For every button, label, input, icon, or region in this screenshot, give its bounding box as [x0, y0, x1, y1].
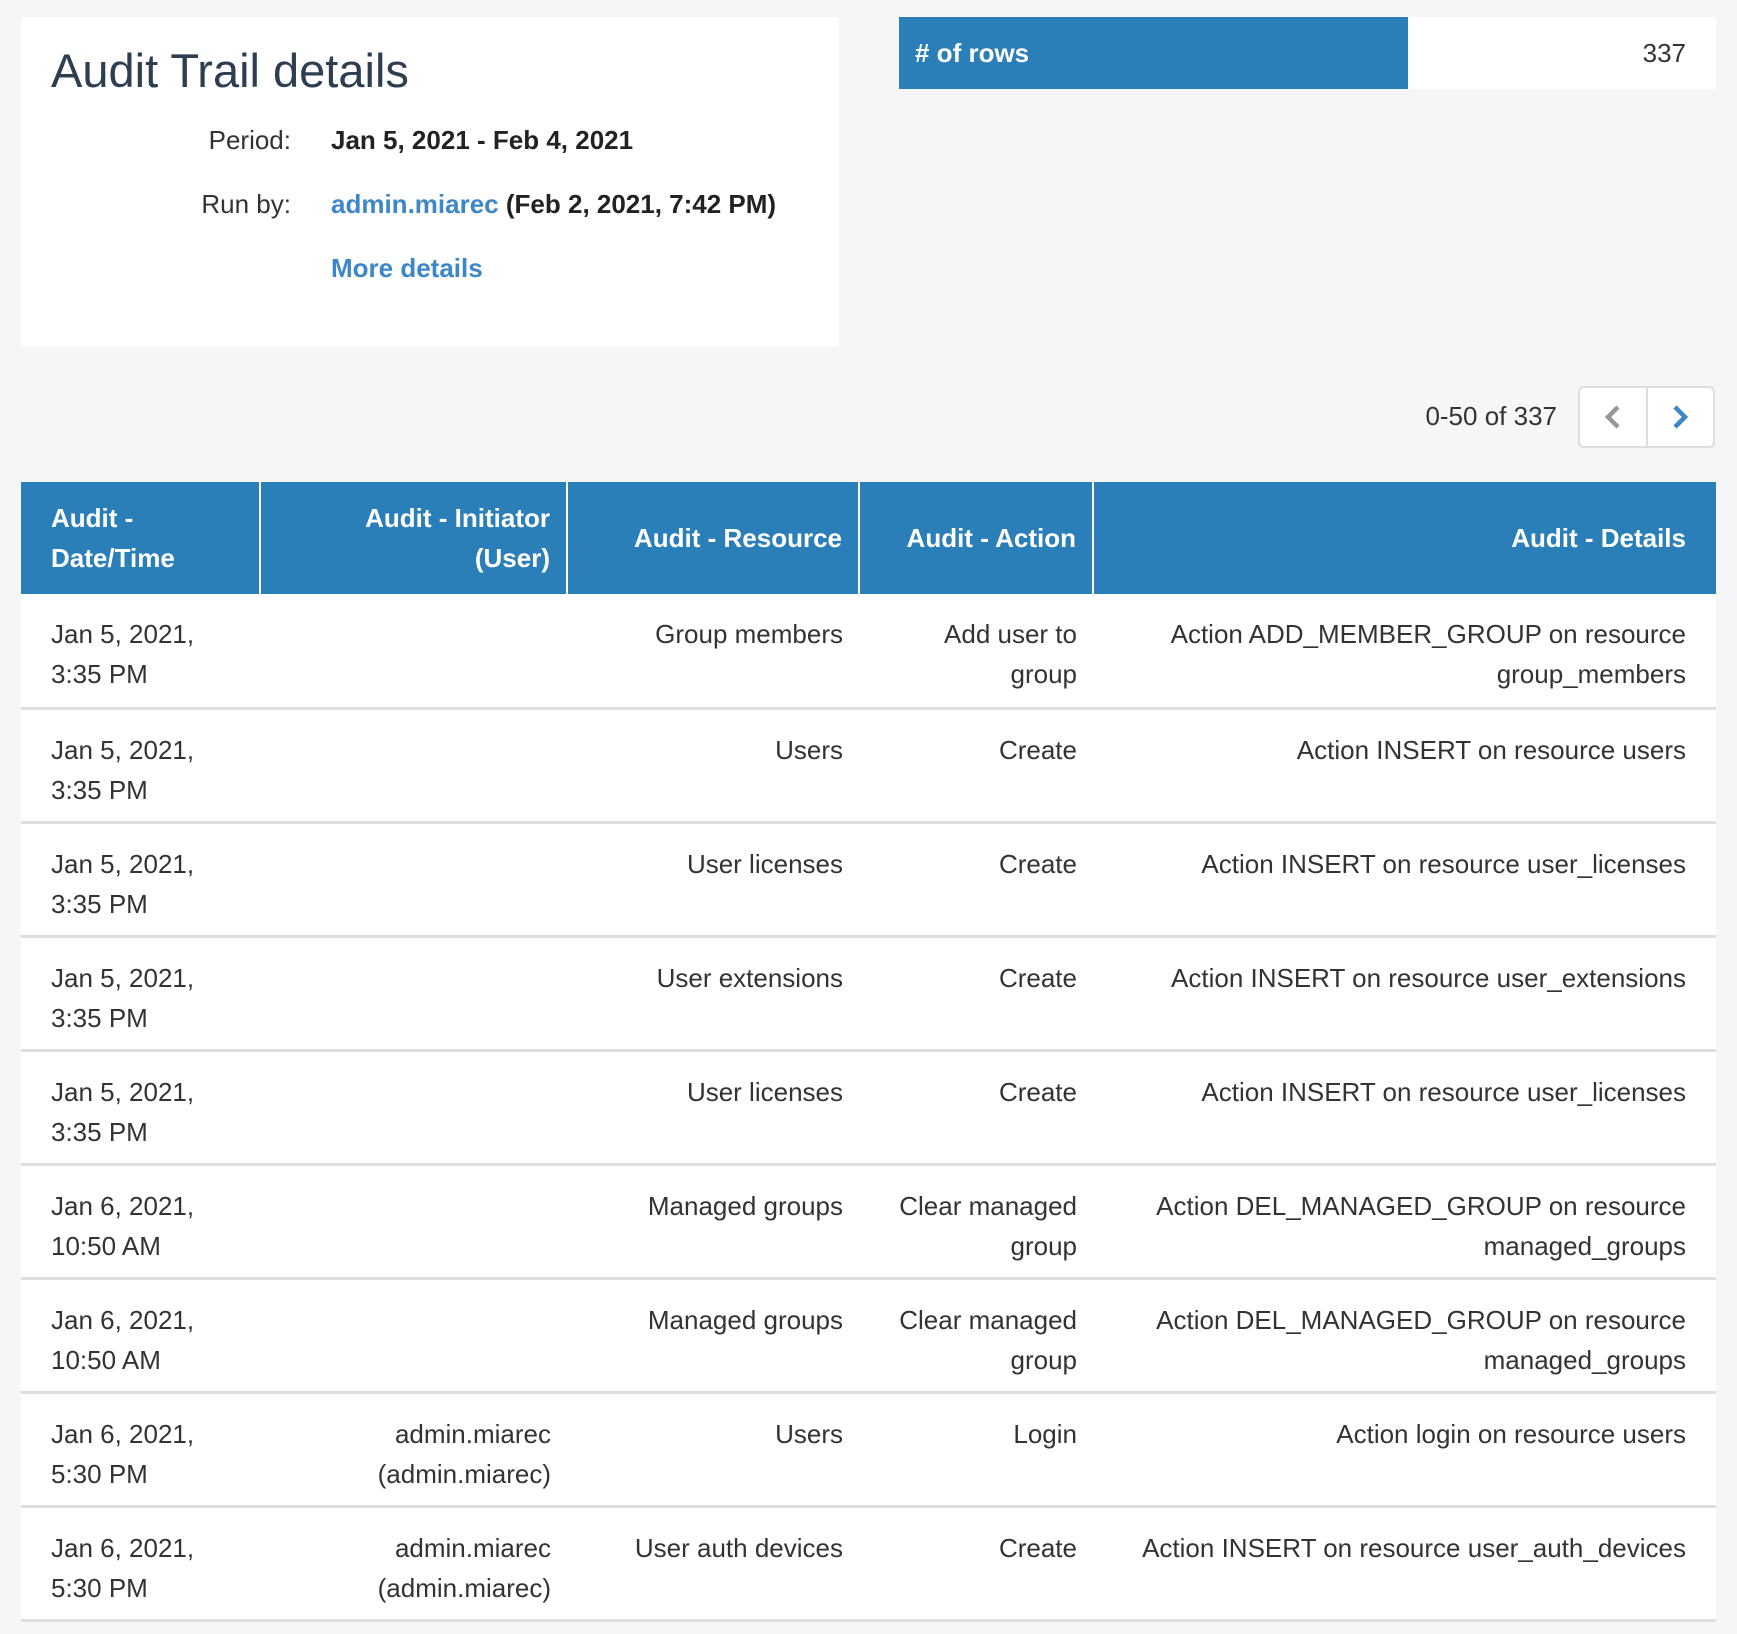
cell-resource: User extensions: [567, 936, 859, 1052]
run-by-label: Run by:: [201, 189, 291, 219]
cell-initiator: [260, 822, 567, 938]
column-header-action[interactable]: Audit - Action: [858, 482, 1093, 594]
column-header-initiator[interactable]: Audit - Initiator (User): [259, 482, 567, 594]
table-row[interactable]: Jan 5, 2021, 3:35 PM User licenses Create A…: [21, 1050, 1716, 1166]
table-row[interactable]: Jan 6, 2021, 5:30 PM admin.miarec (admin.…: [21, 1506, 1716, 1622]
run-by-time: (Feb 2, 2021, 7:42 PM): [505, 189, 777, 219]
prev-page-button[interactable]: [1580, 388, 1646, 446]
cell-datetime: Jan 5, 2021, 3:35 PM: [21, 822, 260, 938]
run-by-user-link[interactable]: admin.miarec: [331, 189, 499, 219]
period-row: Period: Jan 5, 2021 - Feb 4, 2021: [21, 125, 839, 165]
cell-datetime: Jan 5, 2021, 3:35 PM: [21, 594, 260, 710]
cell-resource: User licenses: [567, 822, 859, 938]
cell-action: Clear managed group: [859, 1278, 1093, 1394]
more-details-link[interactable]: More details: [331, 253, 483, 284]
pagination-controls: [1578, 386, 1715, 448]
cell-datetime: Jan 6, 2021, 5:30 PM: [21, 1506, 260, 1622]
cell-resource: Group members: [567, 594, 859, 710]
next-page-button[interactable]: [1645, 388, 1714, 446]
cell-action: Add user to group: [859, 594, 1093, 710]
cell-details: Action INSERT on resource user_auth_devi…: [1093, 1506, 1716, 1622]
cell-initiator: [260, 1278, 567, 1394]
table-row[interactable]: Jan 5, 2021, 3:35 PM User extensions Creat…: [21, 936, 1716, 1052]
cell-initiator: [260, 1050, 567, 1166]
period-value: Jan 5, 2021 - Feb 4, 2021: [331, 125, 634, 155]
cell-resource: Managed groups: [567, 1164, 859, 1280]
page-title: Audit Trail details: [51, 44, 409, 97]
cell-datetime: Jan 6, 2021, 5:30 PM: [21, 1392, 260, 1508]
more-details-row: More details: [21, 253, 839, 293]
table-row[interactable]: Jan 5, 2021, 3:35 PM Users Create Action IN…: [21, 708, 1716, 824]
cell-details: Action INSERT on resource user_extension…: [1093, 936, 1716, 1052]
cell-resource: Users: [567, 1392, 859, 1508]
cell-action: Create: [859, 822, 1093, 938]
cell-action: Create: [859, 936, 1093, 1052]
cell-resource: User auth devices: [567, 1506, 859, 1622]
cell-resource: Managed groups: [567, 1278, 859, 1394]
cell-resource: User licenses: [567, 1050, 859, 1166]
cell-datetime: Jan 5, 2021, 3:35 PM: [21, 708, 260, 824]
cell-action: Create: [859, 1050, 1093, 1166]
row-count-value: 337: [1642, 38, 1686, 68]
chevron-right-icon: [1673, 405, 1689, 429]
pagination-range: 0-50 of 337: [1425, 401, 1557, 431]
cell-initiator: [260, 594, 567, 710]
cell-action: Clear managed group: [859, 1164, 1093, 1280]
row-count-widget: # of rows 337: [899, 17, 1716, 89]
period-label: Period:: [208, 125, 291, 155]
cell-initiator: [260, 1164, 567, 1280]
cell-action: Create: [859, 708, 1093, 824]
cell-initiator: [260, 936, 567, 1052]
cell-action: Login: [859, 1392, 1093, 1508]
cell-details: Action INSERT on resource user_licenses: [1093, 1050, 1716, 1166]
cell-initiator: [260, 708, 567, 824]
table-row[interactable]: Jan 5, 2021, 3:35 PM Group members Add use…: [21, 594, 1716, 710]
table-row[interactable]: Jan 6, 2021, 10:50 AM Managed groups Clear…: [21, 1278, 1716, 1394]
cell-initiator: admin.miarec (admin.miarec): [260, 1392, 567, 1508]
cell-initiator: admin.miarec (admin.miarec): [260, 1506, 567, 1622]
row-count-label: # of rows: [899, 17, 1408, 89]
cell-details: Action INSERT on resource user_licenses: [1093, 822, 1716, 938]
table-row[interactable]: Jan 6, 2021, 5:30 PM admin.miarec (admin.…: [21, 1392, 1716, 1508]
cell-details: Action DEL_MANAGED_GROUP on resource man…: [1093, 1164, 1716, 1280]
cell-datetime: Jan 6, 2021, 10:50 AM: [21, 1278, 260, 1394]
run-by-value: admin.miarec (Feb 2, 2021, 7:42 PM): [331, 189, 776, 220]
cell-datetime: Jan 5, 2021, 3:35 PM: [21, 1050, 260, 1166]
cell-details: Action login on resource users: [1093, 1392, 1716, 1508]
cell-datetime: Jan 5, 2021, 3:35 PM: [21, 936, 260, 1052]
table-header-row: Audit - Date/Time Audit - Initiator (Use…: [21, 482, 1716, 594]
run-by-row: Run by: admin.miarec (Feb 2, 2021, 7:42 …: [21, 189, 839, 229]
chevron-left-icon: [1604, 405, 1620, 429]
table-row[interactable]: Jan 5, 2021, 3:35 PM User licenses Create A…: [21, 822, 1716, 938]
column-header-resource[interactable]: Audit - Resource: [566, 482, 859, 594]
cell-datetime: Jan 6, 2021, 10:50 AM: [21, 1164, 260, 1280]
cell-details: Action DEL_MANAGED_GROUP on resource man…: [1093, 1278, 1716, 1394]
column-header-datetime[interactable]: Audit - Date/Time: [21, 482, 260, 594]
table-row[interactable]: Jan 6, 2021, 10:50 AM Managed groups Clear…: [21, 1164, 1716, 1280]
cell-resource: Users: [567, 708, 859, 824]
cell-action: Create: [859, 1506, 1093, 1622]
audit-table: Audit - Date/Time Audit - Initiator (Use…: [21, 482, 1716, 1622]
cell-details: Action ADD_MEMBER_GROUP on resource grou…: [1093, 594, 1716, 710]
cell-details: Action INSERT on resource users: [1093, 708, 1716, 824]
report-info-card: Audit Trail details Period: Jan 5, 2021 …: [21, 17, 839, 347]
column-header-details[interactable]: Audit - Details: [1092, 482, 1716, 594]
